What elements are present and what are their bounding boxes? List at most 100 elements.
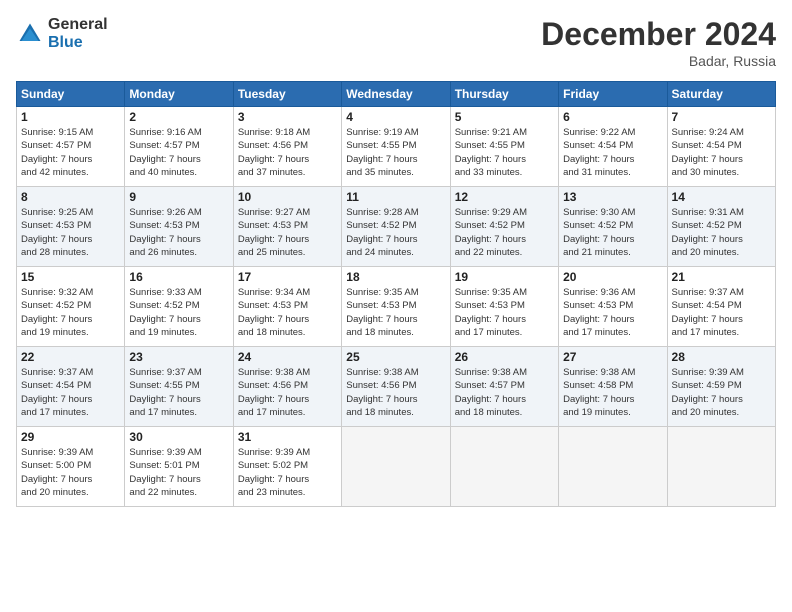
- day-info: Sunrise: 9:38 AM Sunset: 4:56 PM Dayligh…: [238, 366, 337, 419]
- day-info: Sunrise: 9:29 AM Sunset: 4:52 PM Dayligh…: [455, 206, 554, 259]
- logo-text: General Blue: [48, 16, 108, 52]
- calendar-table: Sunday Monday Tuesday Wednesday Thursday…: [16, 81, 776, 507]
- day-number: 20: [563, 270, 662, 284]
- page-header: General Blue December 2024 Badar, Russia: [16, 16, 776, 69]
- day-info: Sunrise: 9:22 AM Sunset: 4:54 PM Dayligh…: [563, 126, 662, 179]
- logo-icon: [16, 20, 44, 48]
- day-number: 21: [672, 270, 771, 284]
- day-info: Sunrise: 9:39 AM Sunset: 5:01 PM Dayligh…: [129, 446, 228, 499]
- day-number: 2: [129, 110, 228, 124]
- day-info: Sunrise: 9:35 AM Sunset: 4:53 PM Dayligh…: [346, 286, 445, 339]
- day-info: Sunrise: 9:18 AM Sunset: 4:56 PM Dayligh…: [238, 126, 337, 179]
- location: Badar, Russia: [541, 53, 776, 69]
- table-row: 29Sunrise: 9:39 AM Sunset: 5:00 PM Dayli…: [17, 427, 125, 507]
- day-info: Sunrise: 9:39 AM Sunset: 5:00 PM Dayligh…: [21, 446, 120, 499]
- col-sunday: Sunday: [17, 82, 125, 107]
- day-number: 7: [672, 110, 771, 124]
- day-number: 31: [238, 430, 337, 444]
- day-number: 28: [672, 350, 771, 364]
- day-info: Sunrise: 9:33 AM Sunset: 4:52 PM Dayligh…: [129, 286, 228, 339]
- day-number: 26: [455, 350, 554, 364]
- col-thursday: Thursday: [450, 82, 558, 107]
- table-row: 9Sunrise: 9:26 AM Sunset: 4:53 PM Daylig…: [125, 187, 233, 267]
- day-info: Sunrise: 9:24 AM Sunset: 4:54 PM Dayligh…: [672, 126, 771, 179]
- table-row: [342, 427, 450, 507]
- col-wednesday: Wednesday: [342, 82, 450, 107]
- table-row: 1 Sunrise: 9:15 AM Sunset: 4:57 PM Daylig…: [17, 107, 125, 187]
- day-number: 24: [238, 350, 337, 364]
- table-row: 28Sunrise: 9:39 AM Sunset: 4:59 PM Dayli…: [667, 347, 775, 427]
- day-info: Sunrise: 9:36 AM Sunset: 4:53 PM Dayligh…: [563, 286, 662, 339]
- day-info: Sunrise: 9:19 AM Sunset: 4:55 PM Dayligh…: [346, 126, 445, 179]
- month-title: December 2024: [541, 16, 776, 53]
- day-info: Sunrise: 9:34 AM Sunset: 4:53 PM Dayligh…: [238, 286, 337, 339]
- day-number: 15: [21, 270, 120, 284]
- calendar-header-row: Sunday Monday Tuesday Wednesday Thursday…: [17, 82, 776, 107]
- table-row: 12 Sunrise: 9:29 AM Sunset: 4:52 PM Dayli…: [450, 187, 558, 267]
- table-row: 14Sunrise: 9:31 AM Sunset: 4:52 PM Dayli…: [667, 187, 775, 267]
- day-number: 22: [21, 350, 120, 364]
- table-row: 24 Sunrise: 9:38 AM Sunset: 4:56 PM Dayli…: [233, 347, 341, 427]
- day-info: Sunrise: 9:37 AM Sunset: 4:54 PM Dayligh…: [21, 366, 120, 419]
- day-info: Sunrise: 9:37 AM Sunset: 4:55 PM Dayligh…: [129, 366, 228, 419]
- table-row: 8Sunrise: 9:25 AM Sunset: 4:53 PM Daylig…: [17, 187, 125, 267]
- table-row: 27Sunrise: 9:38 AM Sunset: 4:58 PM Dayli…: [559, 347, 667, 427]
- table-row: 2 Sunrise: 9:16 AM Sunset: 4:57 PM Daylig…: [125, 107, 233, 187]
- day-info: Sunrise: 9:30 AM Sunset: 4:52 PM Dayligh…: [563, 206, 662, 259]
- table-row: 23 Sunrise: 9:37 AM Sunset: 4:55 PM Dayli…: [125, 347, 233, 427]
- page-container: General Blue December 2024 Badar, Russia…: [0, 0, 792, 517]
- table-row: 10 Sunrise: 9:27 AM Sunset: 4:53 PM Dayli…: [233, 187, 341, 267]
- table-row: 18 Sunrise: 9:35 AM Sunset: 4:53 PM Dayli…: [342, 267, 450, 347]
- table-row: [559, 427, 667, 507]
- day-info: Sunrise: 9:21 AM Sunset: 4:55 PM Dayligh…: [455, 126, 554, 179]
- day-info: Sunrise: 9:15 AM Sunset: 4:57 PM Dayligh…: [21, 126, 120, 179]
- table-row: 21Sunrise: 9:37 AM Sunset: 4:54 PM Dayli…: [667, 267, 775, 347]
- day-number: 23: [129, 350, 228, 364]
- calendar-week-row: 29Sunrise: 9:39 AM Sunset: 5:00 PM Dayli…: [17, 427, 776, 507]
- day-info: Sunrise: 9:28 AM Sunset: 4:52 PM Dayligh…: [346, 206, 445, 259]
- table-row: 19 Sunrise: 9:35 AM Sunset: 4:53 PM Dayli…: [450, 267, 558, 347]
- day-number: 18: [346, 270, 445, 284]
- day-number: 4: [346, 110, 445, 124]
- table-row: 25Sunrise: 9:38 AM Sunset: 4:56 PM Dayli…: [342, 347, 450, 427]
- col-monday: Monday: [125, 82, 233, 107]
- col-friday: Friday: [559, 82, 667, 107]
- day-info: Sunrise: 9:16 AM Sunset: 4:57 PM Dayligh…: [129, 126, 228, 179]
- logo: General Blue: [16, 16, 108, 52]
- day-number: 11: [346, 190, 445, 204]
- day-number: 8: [21, 190, 120, 204]
- day-number: 19: [455, 270, 554, 284]
- table-row: 5 Sunrise: 9:21 AM Sunset: 4:55 PM Daylig…: [450, 107, 558, 187]
- day-number: 10: [238, 190, 337, 204]
- table-row: 30 Sunrise: 9:39 AM Sunset: 5:01 PM Dayli…: [125, 427, 233, 507]
- calendar-week-row: 8Sunrise: 9:25 AM Sunset: 4:53 PM Daylig…: [17, 187, 776, 267]
- day-number: 25: [346, 350, 445, 364]
- table-row: 13 Sunrise: 9:30 AM Sunset: 4:52 PM Dayli…: [559, 187, 667, 267]
- table-row: 20 Sunrise: 9:36 AM Sunset: 4:53 PM Dayli…: [559, 267, 667, 347]
- day-number: 1: [21, 110, 120, 124]
- day-number: 3: [238, 110, 337, 124]
- table-row: 7 Sunrise: 9:24 AM Sunset: 4:54 PM Daylig…: [667, 107, 775, 187]
- day-info: Sunrise: 9:35 AM Sunset: 4:53 PM Dayligh…: [455, 286, 554, 339]
- day-info: Sunrise: 9:32 AM Sunset: 4:52 PM Dayligh…: [21, 286, 120, 339]
- table-row: 3 Sunrise: 9:18 AM Sunset: 4:56 PM Daylig…: [233, 107, 341, 187]
- table-row: 22 Sunrise: 9:37 AM Sunset: 4:54 PM Dayli…: [17, 347, 125, 427]
- day-number: 13: [563, 190, 662, 204]
- table-row: [667, 427, 775, 507]
- day-number: 14: [672, 190, 771, 204]
- table-row: 15 Sunrise: 9:32 AM Sunset: 4:52 PM Dayli…: [17, 267, 125, 347]
- day-number: 27: [563, 350, 662, 364]
- day-info: Sunrise: 9:27 AM Sunset: 4:53 PM Dayligh…: [238, 206, 337, 259]
- day-number: 5: [455, 110, 554, 124]
- day-number: 16: [129, 270, 228, 284]
- table-row: 17 Sunrise: 9:34 AM Sunset: 4:53 PM Dayli…: [233, 267, 341, 347]
- day-info: Sunrise: 9:39 AM Sunset: 5:02 PM Dayligh…: [238, 446, 337, 499]
- day-info: Sunrise: 9:26 AM Sunset: 4:53 PM Dayligh…: [129, 206, 228, 259]
- table-row: 31 Sunrise: 9:39 AM Sunset: 5:02 PM Dayli…: [233, 427, 341, 507]
- col-saturday: Saturday: [667, 82, 775, 107]
- table-row: 16 Sunrise: 9:33 AM Sunset: 4:52 PM Dayli…: [125, 267, 233, 347]
- col-tuesday: Tuesday: [233, 82, 341, 107]
- day-number: 12: [455, 190, 554, 204]
- day-number: 30: [129, 430, 228, 444]
- day-number: 17: [238, 270, 337, 284]
